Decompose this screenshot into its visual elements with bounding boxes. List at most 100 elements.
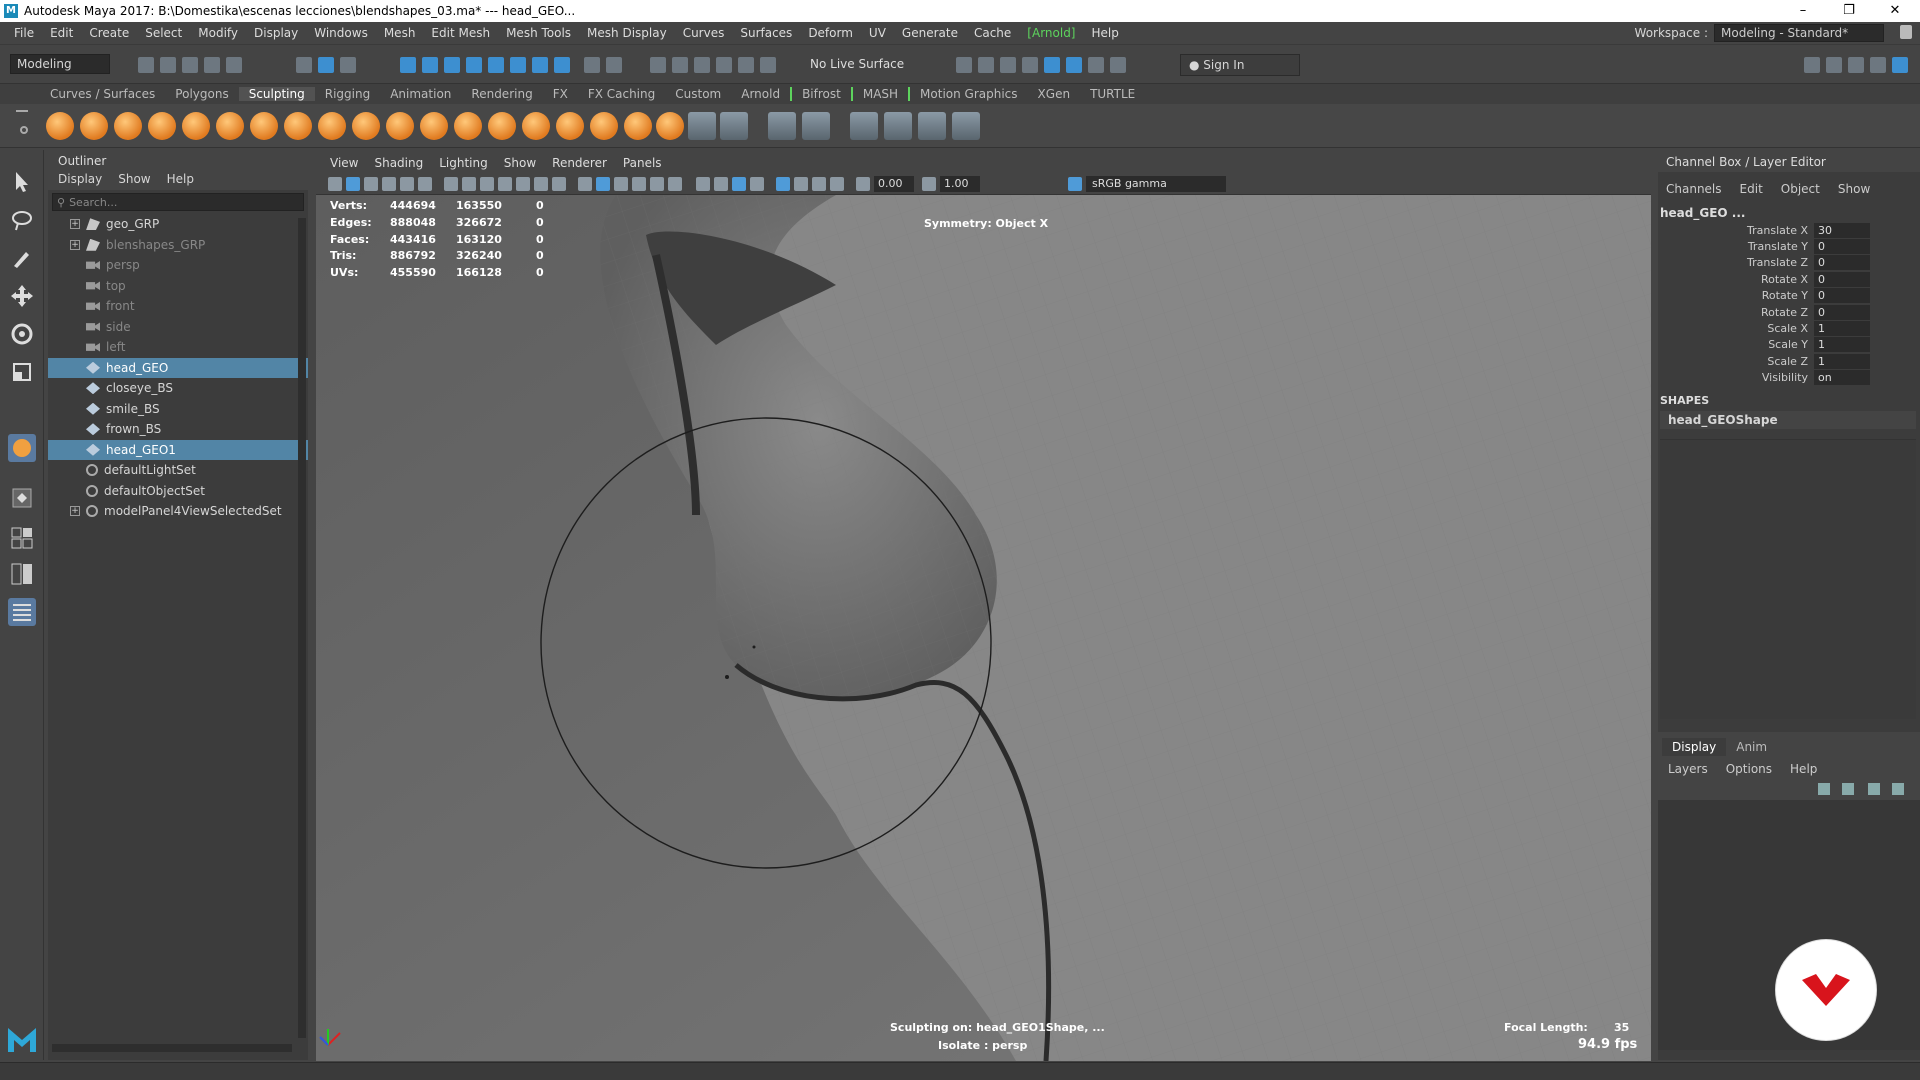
expand-icon[interactable]: + (70, 506, 80, 517)
render-sequence-icon[interactable] (1000, 57, 1016, 73)
channel-label[interactable]: Rotate Z (1658, 306, 1814, 319)
shelf-tab-xgen[interactable]: XGen (1028, 87, 1081, 101)
menu-mesh[interactable]: Mesh (376, 26, 424, 40)
viewport-menu-view[interactable]: View (322, 156, 366, 170)
shelf-tab-custom[interactable]: Custom (665, 87, 731, 101)
channel-row-rotate-x[interactable]: Rotate X0 (1658, 271, 1920, 287)
tool-settings-icon[interactable] (1848, 57, 1864, 73)
gamma-icon[interactable] (922, 177, 936, 191)
channel-row-rotate-z[interactable]: Rotate Z0 (1658, 304, 1920, 320)
channel-row-visibility[interactable]: Visibility on (1658, 370, 1920, 386)
wax-brush-icon[interactable] (386, 112, 414, 140)
lock-selection-icon[interactable] (584, 57, 600, 73)
menu-uv[interactable]: UV (861, 26, 894, 40)
image-plane-icon[interactable] (382, 177, 396, 191)
menu-mesh-display[interactable]: Mesh Display (579, 26, 675, 40)
shelf-menu-icon[interactable] (16, 110, 28, 112)
rotate-tool-icon[interactable] (8, 320, 36, 348)
shelf-tab-arnold[interactable]: Arnold (731, 87, 790, 101)
gamma-field[interactable]: 1.00 (940, 176, 980, 192)
channel-row-translate-z[interactable]: Translate Z0 (1658, 255, 1920, 271)
live-surface-field[interactable]: No Live Surface (810, 57, 904, 71)
sculpt-tool-icon[interactable] (8, 434, 36, 462)
channel-value-field[interactable]: 0 (1814, 271, 1870, 287)
render-frame-icon[interactable] (978, 57, 994, 73)
menu-mesh-tools[interactable]: Mesh Tools (498, 26, 579, 40)
freeze-brush-icon[interactable] (624, 112, 652, 140)
relax-brush-icon[interactable] (114, 112, 142, 140)
paint-select-tool-icon[interactable] (8, 244, 36, 272)
layer-menu-help[interactable]: Help (1790, 762, 1817, 776)
grab-brush-icon[interactable] (148, 112, 176, 140)
arnold-render-icon[interactable] (1044, 57, 1060, 73)
channel-value-field[interactable]: 0 (1814, 239, 1870, 255)
ambient-occlusion-icon[interactable] (732, 177, 746, 191)
make-live-icon[interactable] (510, 57, 526, 73)
smear-brush-icon[interactable] (522, 112, 550, 140)
menu-generate[interactable]: Generate (894, 26, 966, 40)
select-hierarchy-icon[interactable] (296, 57, 312, 73)
menu-modify[interactable]: Modify (190, 26, 246, 40)
channel-box-toggle-icon[interactable] (1870, 57, 1886, 73)
shape-editor-icon[interactable] (768, 112, 796, 140)
exposure-icon[interactable] (856, 177, 870, 191)
scrape-brush-icon[interactable] (420, 112, 448, 140)
viewport-menu-show[interactable]: Show (496, 156, 544, 170)
shape-node-name[interactable]: head_GEOShape (1660, 410, 1916, 429)
outliner-item-left[interactable]: left (48, 337, 308, 358)
shelf-tab-fx[interactable]: FX (543, 87, 578, 101)
viewport-menu-panels[interactable]: Panels (615, 156, 670, 170)
fill-brush-icon[interactable] (454, 112, 482, 140)
viewport-menu-shading[interactable]: Shading (366, 156, 431, 170)
move-layer-down-icon[interactable] (1842, 783, 1854, 795)
two-view-layout-icon[interactable] (8, 560, 36, 588)
shadows-icon[interactable] (714, 177, 728, 191)
lasso-tool-icon[interactable] (8, 206, 36, 234)
channel-label[interactable]: Translate X (1658, 224, 1814, 237)
snap-grid-icon[interactable] (400, 57, 416, 73)
xray-joints-icon[interactable] (794, 177, 808, 191)
light-editor-icon[interactable] (1088, 57, 1104, 73)
shelf-options-icon[interactable] (20, 126, 28, 134)
outliner-item-defaultlightset[interactable]: defaultLightSet (48, 460, 308, 481)
select-tool-icon[interactable] (8, 168, 36, 196)
shelf-tab-motion-graphics[interactable]: Motion Graphics (908, 87, 1028, 101)
outliner-scrollbar[interactable] (298, 218, 306, 1038)
tab-anim[interactable]: Anim (1726, 738, 1777, 756)
input-lines-icon[interactable] (672, 57, 688, 73)
expand-icon[interactable]: + (70, 239, 80, 250)
layer-menu-options[interactable]: Options (1726, 762, 1772, 776)
outliner-item-side[interactable]: side (48, 317, 308, 338)
channel-label[interactable]: Scale X (1658, 322, 1814, 335)
shelf-tab-sculpting[interactable]: Sculpting (238, 87, 315, 101)
render-current-icon[interactable] (716, 57, 732, 73)
soft-select-icon[interactable] (554, 57, 570, 73)
sculpt-brush-icon[interactable] (46, 112, 74, 140)
channel-box-menu-channels[interactable]: Channels (1666, 182, 1722, 204)
minimize-icon[interactable]: – (1780, 0, 1826, 22)
film-gate-icon[interactable] (462, 177, 476, 191)
backface-culling-icon[interactable] (830, 177, 844, 191)
use-lights-icon[interactable] (696, 177, 710, 191)
outliner-menu-show[interactable]: Show (118, 172, 150, 188)
motion-blur-icon[interactable] (750, 177, 764, 191)
shelf-tab-fx-caching[interactable]: FX Caching (578, 87, 665, 101)
channel-value-field[interactable]: 0 (1814, 288, 1870, 304)
shelf-tab-rendering[interactable]: Rendering (461, 87, 542, 101)
save-scene-icon[interactable] (182, 57, 198, 73)
channel-label[interactable]: Scale Y (1658, 338, 1814, 351)
close-icon[interactable]: ✕ (1872, 0, 1918, 22)
render-setup-icon[interactable] (1066, 57, 1082, 73)
restore-icon[interactable]: ❐ (1826, 0, 1872, 22)
construction-history-icon[interactable] (650, 57, 666, 73)
channel-value-field[interactable]: 0 (1814, 255, 1870, 271)
grid-icon[interactable] (444, 177, 458, 191)
outliner-item-defaultobjectset[interactable]: defaultObjectSet (48, 481, 308, 502)
snap-curve-icon[interactable] (422, 57, 438, 73)
select-object-icon[interactable] (318, 57, 334, 73)
undo-icon[interactable] (204, 57, 220, 73)
snap-projected-icon[interactable] (466, 57, 482, 73)
wireframe-on-shaded-icon[interactable] (632, 177, 646, 191)
outliner-item-front[interactable]: front (48, 296, 308, 317)
blend-shape-icon[interactable] (720, 112, 748, 140)
